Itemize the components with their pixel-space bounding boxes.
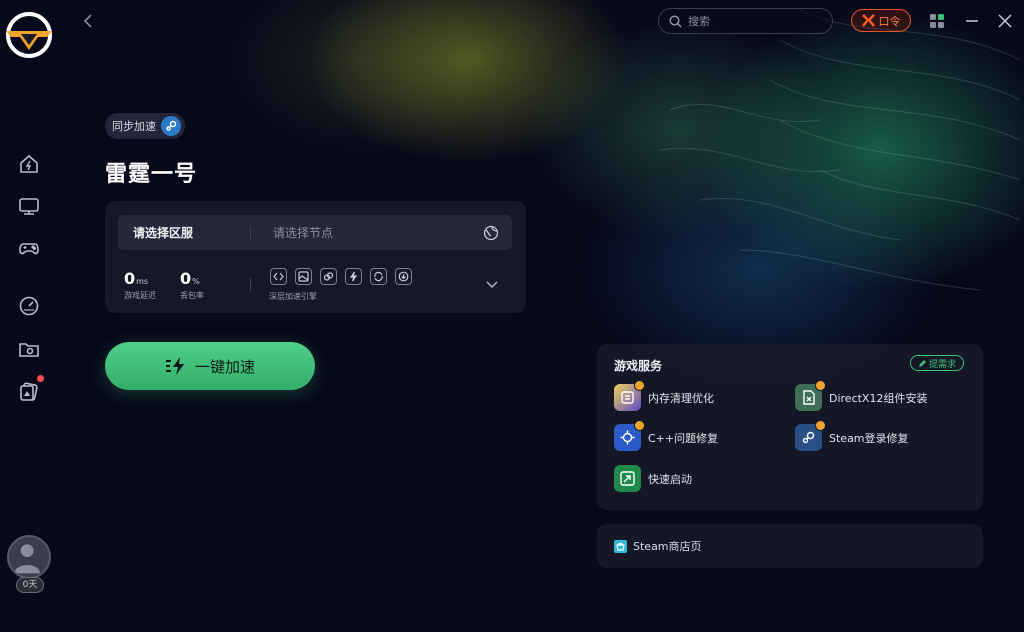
server-selector: 请选择区服 请选择节点 [118,215,512,250]
notification-dot [37,375,44,382]
sync-accelerate-badge[interactable]: 同步加速 [105,113,185,139]
service-cpp-repair[interactable]: C++问题修复 [614,420,719,451]
services-title: 游戏服务 [614,359,663,373]
game-title: 雷霆一号 [105,162,198,187]
search-icon [669,14,682,27]
region-select[interactable]: 请选择区服 [118,224,250,241]
kouling-label: 口令 [878,14,901,28]
quick-launch-icon [614,465,641,492]
engine-download-icon[interactable] [395,268,412,285]
nav-folder[interactable] [16,336,42,362]
nav-speedometer[interactable] [16,293,42,319]
service-steam-login[interactable]: Steam登录修复 [795,420,909,451]
engine-code-icon[interactable] [270,268,287,285]
latency-label: 游戏延迟 [124,291,156,300]
kouling-icon [861,14,875,27]
service-label: 内存清理优化 [648,391,714,405]
nav-home[interactable] [16,151,42,177]
avatar[interactable] [7,535,51,579]
speedometer-icon [19,296,39,316]
request-label: 提需求 [928,359,956,370]
bolt-icon [165,357,184,375]
latency-value: 0 [124,269,136,288]
chevron-down-icon[interactable] [485,279,499,289]
divider [250,278,251,292]
engine-image-icon[interactable] [295,268,312,285]
store-icon [614,539,627,553]
gamepad-icon [19,243,39,255]
loss-unit: % [192,277,200,286]
cards-icon [20,382,38,401]
engine-label: 深层加速引擎 [269,292,317,301]
sidebar: 0天 [0,0,58,632]
server-card: 请选择区服 请选择节点 0ms 游戏延迟 0% 丢包率 深层加速引擎 [105,201,526,313]
node-select[interactable]: 请选择节点 [251,224,483,241]
user-silhouette-icon [14,544,40,574]
user-badge: 0天 [16,577,44,593]
nav-cards[interactable] [16,375,44,404]
directx-icon [795,380,826,411]
minimize-icon[interactable] [963,12,981,30]
service-label: Steam登录修复 [829,431,909,445]
engine-link-icon[interactable] [320,268,337,285]
accelerate-label: 一键加速 [194,357,255,376]
back-arrow-icon[interactable] [80,12,96,30]
cpp-repair-icon [614,420,645,451]
service-label: 快速启动 [648,472,692,486]
packet-loss-stat: 0% 丢包率 [180,269,204,301]
nav-games[interactable] [16,235,42,261]
service-memory-clean[interactable]: 内存清理优化 [614,380,714,411]
kouling-button[interactable]: 口令 [851,9,911,32]
search-box[interactable] [658,8,833,34]
request-button[interactable]: 提需求 [910,355,964,371]
latency-unit: ms [136,277,149,286]
service-directx[interactable]: DirectX12组件安装 [795,380,928,411]
service-label: DirectX12组件安装 [829,391,928,405]
search-input[interactable] [688,14,818,28]
steam-store-link[interactable]: Steam商店页 [597,524,983,568]
steam-login-icon [795,420,826,451]
app-logo[interactable] [4,10,54,60]
memory-clean-icon [614,380,645,411]
folder-icon [19,343,39,357]
accelerate-button[interactable]: 一键加速 [105,342,315,390]
latency-stat: 0ms 游戏延迟 [124,269,156,301]
close-icon[interactable] [996,12,1014,30]
loss-value: 0 [180,269,192,288]
apps-grid-icon[interactable] [928,12,946,30]
home-icon [20,154,38,173]
game-services-panel: 游戏服务 提需求 内存清理优化 DirectX12组件安装 C++问题修复 St… [597,344,983,510]
globe-icon[interactable] [483,225,499,241]
store-label: Steam商店页 [633,540,702,553]
engine-refresh-icon[interactable] [370,268,387,285]
steam-icon [161,116,181,136]
sync-label: 同步加速 [112,120,156,133]
monitor-icon [19,198,39,215]
loss-label: 丢包率 [180,291,204,300]
contour-pattern [659,9,1021,291]
pen-icon [918,359,926,367]
engine-icons [270,268,412,285]
service-label: C++问题修复 [648,431,719,445]
nav-monitor[interactable] [16,193,42,219]
service-quick-launch[interactable]: 快速启动 [614,465,692,492]
engine-bolt-icon[interactable] [345,268,362,285]
